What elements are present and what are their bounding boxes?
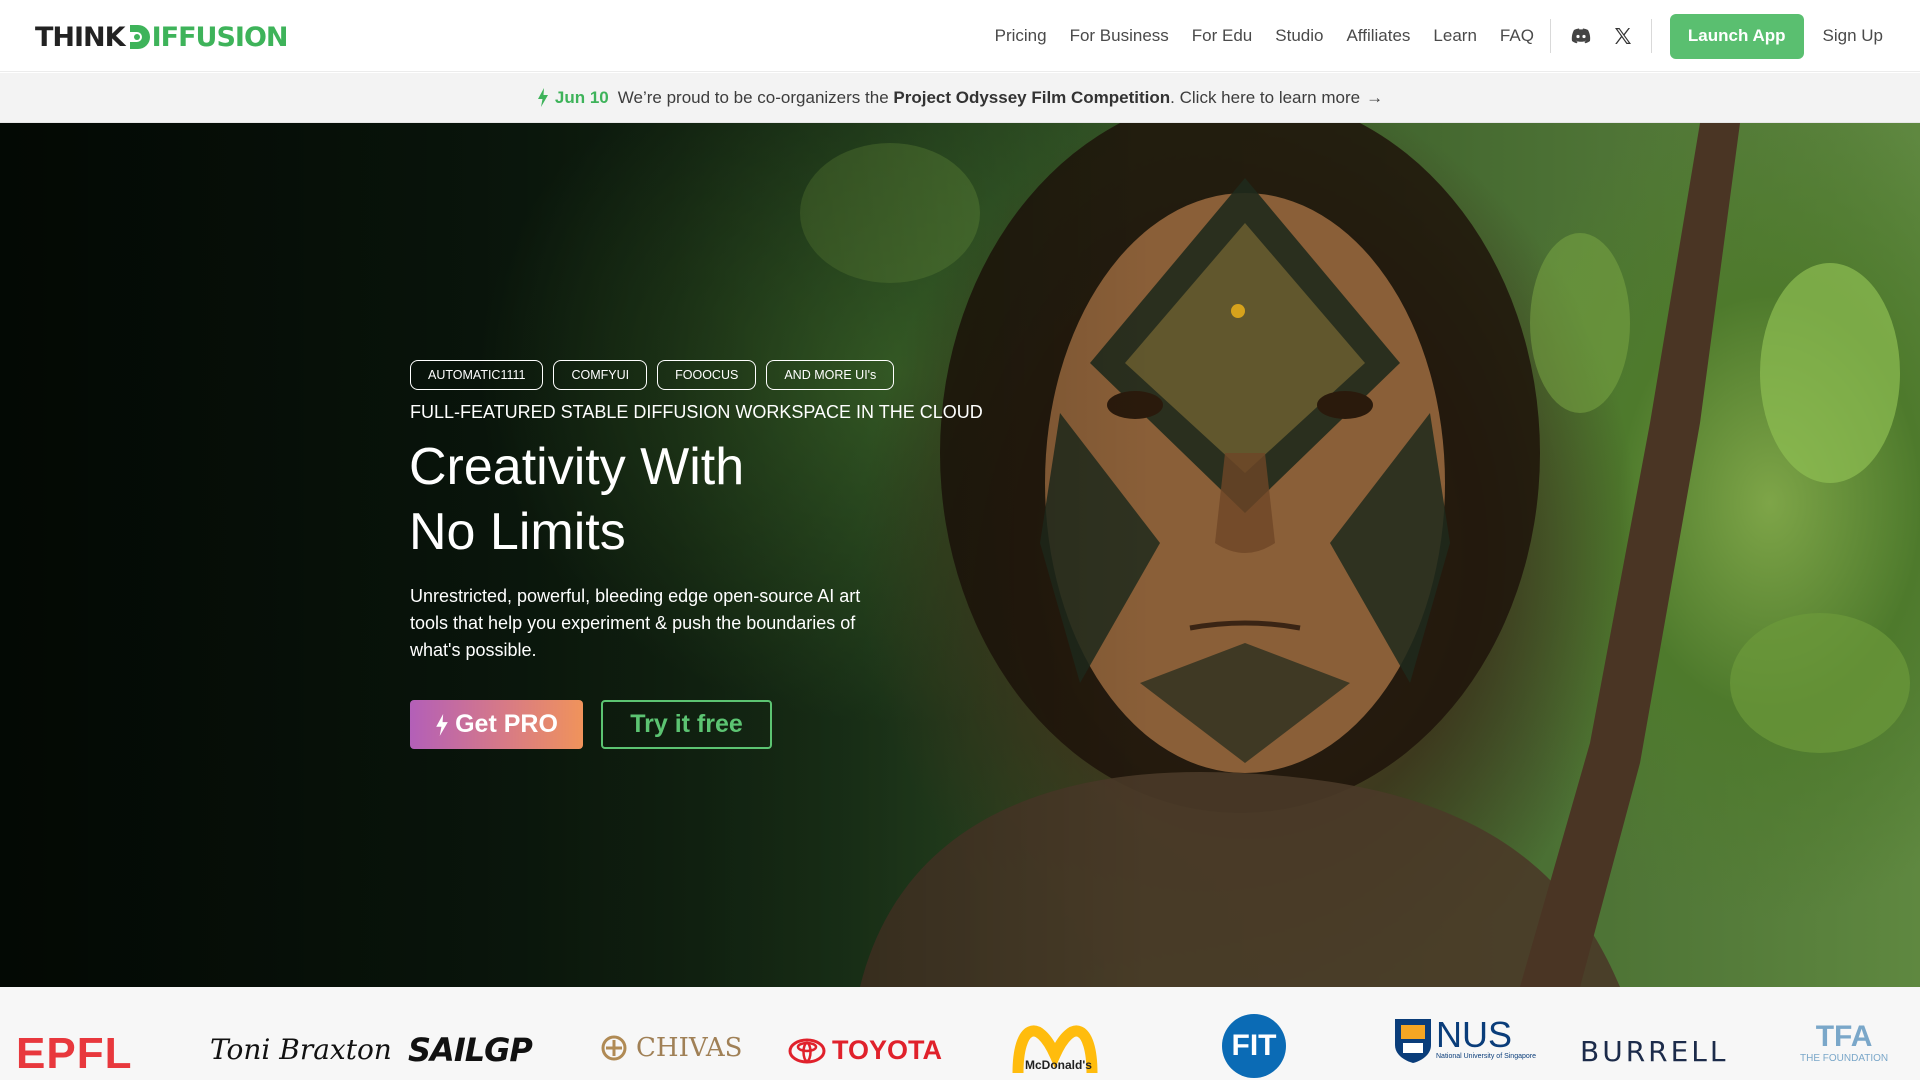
nav-link-studio[interactable]: Studio [1275,26,1323,46]
hero-headline: Creativity With No Limits [409,435,744,565]
announcement-date: Jun 10 [554,87,609,107]
toyota-emblem-icon [788,1038,826,1063]
logo-tfa: TFA THE FOUNDATION [1800,1020,1889,1065]
nav-link-for-edu[interactable]: For Edu [1192,26,1252,46]
announcement-text-before: We’re proud to be co-organizers the [617,87,894,107]
top-navbar: THINK IFFUSION Pricing For Business For … [0,0,1920,72]
nav-link-for-business[interactable]: For Business [1070,26,1169,46]
lightning-icon [436,713,448,736]
try-free-button[interactable]: Try it free [601,700,772,749]
chip-more-uis[interactable]: AND MORE UI's [766,360,895,390]
launch-app-button[interactable]: Launch App [1669,13,1804,59]
sign-up-link[interactable]: Sign Up [1823,26,1883,46]
nav-link-affiliates[interactable]: Affiliates [1346,26,1410,46]
ui-chips: AUTOMATIC1111 COMFYUI FOOOCUS AND MORE U… [410,360,904,390]
hero-subtitle: FULL-FEATURED STABLE DIFFUSION WORKSPACE… [410,402,983,422]
logo-nus: NUS National University of Singapore [1393,1014,1536,1063]
client-logos-strip: EPFL Toni Braxton SAILGP CHIVAS TOYOTA M… [0,987,1920,1080]
arrow-right-icon: → [1366,87,1384,107]
nav-links: Pricing For Business For Edu Studio Affi… [972,0,1920,72]
announcement-text-after: . Click here to learn more [1170,87,1361,107]
logo-think-text: THINK [35,21,126,53]
logo-epfl: EPFL [16,1029,133,1078]
nus-crest-icon [1395,1019,1431,1063]
logo-nus-text: NUS [1436,1014,1513,1055]
chivas-crest-icon [601,1035,627,1061]
logo-diffusion-text: IFFUSION [151,21,289,53]
logo-tfa-text: TFA [1815,1020,1873,1053]
logo-toyota-text: TOYOTA [832,1035,943,1065]
nav-link-faq[interactable]: FAQ [1500,26,1534,46]
chip-fooocus[interactable]: FOOOCUS [657,360,757,390]
chip-automatic1111[interactable]: AUTOMATIC1111 [410,360,544,390]
nav-link-pricing[interactable]: Pricing [995,26,1047,46]
lightning-icon [537,88,548,107]
logo-nus-subtext: National University of Singapore [1436,1053,1536,1060]
logo-chivas-text: CHIVAS [636,1033,743,1063]
logo-mcdonalds: McDonald's [1010,1015,1100,1080]
logo-fit-text: FIT [1231,1029,1277,1062]
x-twitter-icon[interactable] [1611,24,1635,48]
headline-line-1: Creativity With [409,438,745,496]
hero-left-shade [0,123,1920,987]
logo-tfa-subtext: THE FOUNDATION [1800,1053,1889,1064]
hero-section: AUTOMATIC1111 COMFYUI FOOOCUS AND MORE U… [0,123,1920,987]
get-pro-label: Get PRO [455,710,558,738]
logo-toyota: TOYOTA [788,1035,942,1066]
nav-divider [1549,19,1551,53]
logo-toni-braxton: Toni Braxton [210,1033,392,1066]
logo-mcdonalds-text: McDonald's [1025,1058,1092,1072]
nus-wordmark: NUS National University of Singapore [1436,1014,1536,1061]
nav-divider-2 [1650,19,1652,53]
logo-sailgp: SAILGP [408,1031,533,1069]
logo-burrell: BURRELL [1580,1035,1729,1068]
nav-link-learn[interactable]: Learn [1433,26,1476,46]
announcement-bar[interactable]: Jun 10 We’re proud to be co-organizers t… [0,73,1920,123]
logo-d-mark-icon [129,25,150,49]
logo-fit: FIT [1222,1014,1286,1078]
discord-icon[interactable] [1569,24,1593,48]
get-pro-button[interactable]: Get PRO [410,700,583,749]
announcement-highlight: Project Odyssey Film Competition [893,87,1171,107]
chip-comfyui[interactable]: COMFYUI [553,360,648,390]
hero-description: Unrestricted, powerful, bleeding edge op… [410,586,861,660]
logo-chivas: CHIVAS [600,1033,742,1063]
thinkdiffusion-logo[interactable]: THINK IFFUSION [35,18,288,56]
headline-line-2: No Limits [409,503,626,561]
